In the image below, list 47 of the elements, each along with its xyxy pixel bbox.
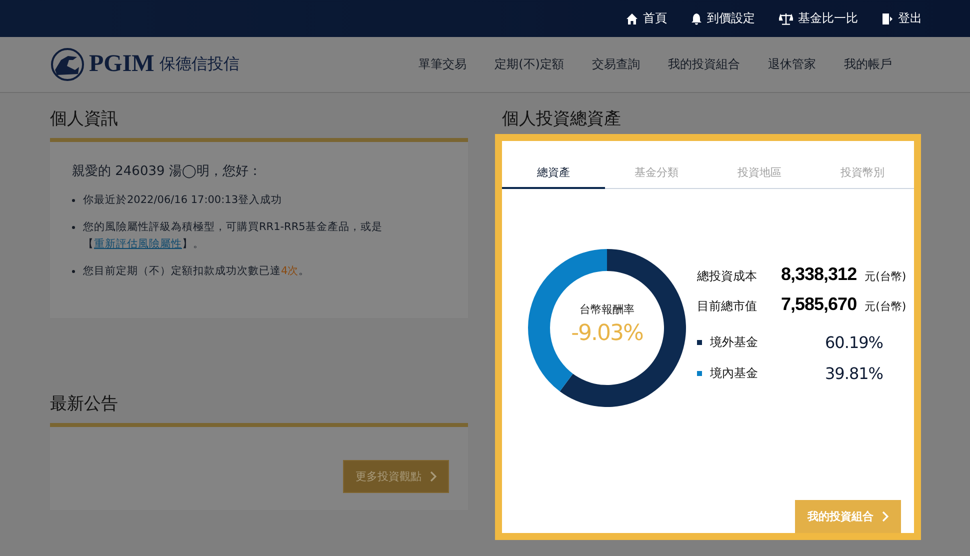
info-text: 您的風險屬性評級為積極型，可購買RR1-RR5基金產品，或是【重新評估風險屬性】。 xyxy=(83,220,384,252)
nav-link[interactable]: 單筆交易 xyxy=(418,56,467,73)
logo-subtitle: 保德信投信 xyxy=(159,54,240,75)
stat-value: 8,338,312 xyxy=(781,263,857,285)
top-link[interactable]: 基金比一比 xyxy=(779,10,858,27)
return-label: 台幣報酬率 xyxy=(580,302,634,317)
section-title: 個人資訊 xyxy=(50,108,119,131)
home-icon xyxy=(626,12,638,24)
return-value: -9.03% xyxy=(571,321,643,346)
nav-link[interactable]: 退休管家 xyxy=(768,56,816,73)
legend-value: 39.81% xyxy=(825,364,884,383)
logout-icon xyxy=(882,12,893,24)
scale-icon xyxy=(779,12,793,24)
legend-label: 境外基金 xyxy=(710,334,759,351)
chevron-icon xyxy=(430,471,436,482)
nav-link[interactable]: 我的帳戶 xyxy=(844,56,892,73)
tab[interactable]: 投資地區 xyxy=(708,160,811,188)
nav-link[interactable]: 我的投資組合 xyxy=(668,56,740,73)
top-link[interactable]: 登出 xyxy=(882,10,922,27)
stat-unit: 元(台幣) xyxy=(864,269,906,284)
logo-text: PGIM xyxy=(89,51,154,78)
greeting-text: 親愛的 246039 湯◯明，您好： xyxy=(72,163,262,180)
info-text: 你最近於2022/06/16 17:00:13登入成功 xyxy=(83,193,282,208)
section-title: 最新公告 xyxy=(50,393,119,416)
bell-icon xyxy=(691,12,702,24)
tab[interactable]: 基金分類 xyxy=(605,160,708,188)
section-title: 個人投資總資產 xyxy=(501,108,622,131)
nav-link[interactable]: 定期(不)定額 xyxy=(494,56,564,73)
top-link[interactable]: 首頁 xyxy=(626,10,667,27)
info-text: 您目前定期（不）定額扣款成功次數已達4次。 xyxy=(83,264,310,279)
stat-label: 總投資成本 xyxy=(697,268,758,285)
stat-value: 7,585,670 xyxy=(781,293,857,315)
chevron-icon xyxy=(882,511,888,522)
bullet-icon xyxy=(72,270,75,273)
stat-unit: 元(台幣) xyxy=(864,299,906,314)
tab[interactable]: 投資幣別 xyxy=(811,160,914,188)
legend-label: 境內基金 xyxy=(710,365,759,382)
legend-value: 60.19% xyxy=(825,333,884,352)
reassess-link[interactable]: 重新評估風險屬性 xyxy=(94,238,182,250)
logo-emblem-icon xyxy=(51,48,84,81)
top-link[interactable]: 到價設定 xyxy=(691,10,755,27)
tab[interactable]: 總資產 xyxy=(502,160,605,189)
stat-label: 目前總市值 xyxy=(697,298,758,315)
bullet-icon xyxy=(72,226,75,229)
more-insights-button[interactable]: 更多投資觀點 xyxy=(343,460,449,493)
nav-link[interactable]: 交易查詢 xyxy=(592,56,640,73)
bullet-icon xyxy=(72,199,75,202)
